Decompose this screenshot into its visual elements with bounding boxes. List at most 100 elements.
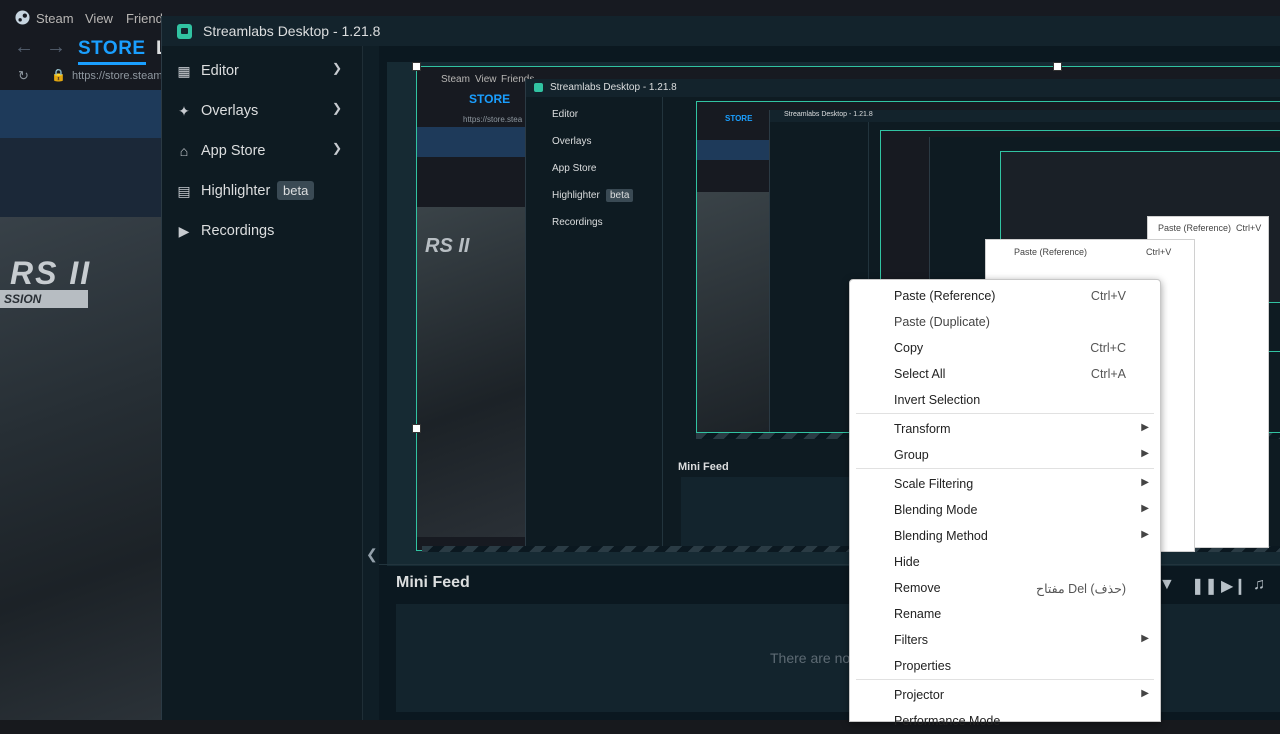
ghost-paste: Paste (Reference) [1158,223,1232,233]
sidebar-item-recordings[interactable]: ▶ Recordings [162,213,362,249]
ghost-paste-2: Paste (Reference) [1014,247,1088,257]
submenu-arrow-icon: ▶ [1141,503,1149,514]
nested-store-2: STORE [725,114,753,123]
pause-icon[interactable]: ❚❚ [1191,576,1218,596]
menu-blending-method[interactable]: Blending Method ▶ [850,523,1160,549]
overlays-icon: ✦ [178,103,190,119]
nested-band-2 [697,140,777,160]
resize-handle-top[interactable] [1053,62,1062,71]
submenu-arrow-icon: ▶ [1141,422,1149,433]
menu-item-label: Blending Method [894,529,988,543]
steam-menu-steam[interactable]: Steam [36,11,74,26]
menu-copy[interactable]: Copy Ctrl+C [850,335,1160,361]
menu-projector[interactable]: Projector ▶ [850,682,1160,708]
refresh-icon[interactable]: ↻ [18,68,29,84]
menu-blending-mode[interactable]: Blending Mode ▶ [850,497,1160,523]
menu-group[interactable]: Group ▶ [850,442,1160,468]
ghost-shortcut: Ctrl+V [1236,223,1262,233]
menu-separator [856,468,1154,469]
nested-band [417,127,527,157]
nested-overlays: Overlays [552,136,592,147]
chevron-down-icon: ❯ [332,141,343,155]
back-arrow-icon[interactable]: ← [14,36,34,59]
chevron-down-icon: ❯ [332,61,343,75]
submenu-arrow-icon: ▶ [1141,633,1149,644]
menu-item-label: Remove [894,581,941,595]
menu-item-label: Invert Selection [894,393,981,407]
forward-arrow-icon[interactable]: → [46,36,66,59]
nested-store-tab: STORE [469,92,511,106]
resize-handle-tl[interactable] [412,62,421,71]
lock-icon: 🔒 [51,68,66,82]
menu-item-label: Scale Filtering [894,477,974,491]
nested-mini-feed: Mini Feed [678,461,729,473]
menu-separator [856,413,1154,414]
beta-badge: beta [277,181,315,200]
skip-icon[interactable]: ▶❙ [1221,576,1247,596]
menu-item-label: Select All [894,367,946,381]
menu-hide[interactable]: Hide [850,549,1160,575]
nested-steam-menu-view: View [475,74,497,85]
chevron-down-icon: ❯ [332,101,343,115]
sidebar-item-label: App Store [201,143,266,159]
nested-hero-2 [697,192,769,432]
editor-icon: ▦ [177,63,191,79]
window-title: Streamlabs Desktop - 1.21.8 [203,23,381,39]
filter-icon[interactable]: ▼ [1159,576,1175,594]
menu-remove[interactable]: Remove مفتاح Del (حذف) [850,575,1160,601]
nested-title-2: Streamlabs Desktop - 1.21.8 [784,111,873,118]
menu-item-label: Blending Mode [894,503,978,517]
sidebar-item-label: Highlighter [201,183,271,199]
steam-store-tab[interactable]: STORE [78,38,146,65]
mute-icon[interactable]: ♫ [1253,576,1265,594]
sidebar-collapse-bar[interactable]: ❮ [362,46,380,720]
menu-item-label: Transform [894,422,951,436]
nested-highlighter: Highlighter [552,190,600,201]
nested-hero-title: RS II [425,235,470,257]
menu-item-label: Properties [894,659,951,673]
menu-item-label: Filters [894,633,929,647]
menu-paste-duplicate[interactable]: Paste (Duplicate) [850,309,1160,335]
menu-item-label: Paste (Duplicate) [894,315,990,329]
context-menu: Paste (Reference) Ctrl+V Paste (Duplicat… [849,279,1161,728]
sidebar-item-label: Editor [201,63,239,79]
sidebar-item-app-store[interactable]: ⌂ App Store ❯ [162,133,362,169]
menu-select-all[interactable]: Select All Ctrl+A [850,361,1160,387]
menu-scale-filtering[interactable]: Scale Filtering ▶ [850,471,1160,497]
steam-url[interactable]: https://store.steam [72,70,162,82]
menu-item-label: Projector [894,688,945,702]
menu-item-label: Performance Mode [894,714,1001,728]
menu-transform[interactable]: Transform ▶ [850,416,1160,442]
nested-titlebar: Streamlabs Desktop - 1.21.8 [526,79,1280,97]
sidebar-item-label: Overlays [201,103,259,119]
submenu-arrow-icon: ▶ [1141,688,1149,699]
nested-title: Streamlabs Desktop - 1.21.8 [550,82,677,93]
submenu-arrow-icon: ▶ [1141,529,1149,540]
menu-properties[interactable]: Properties [850,653,1160,679]
sidebar-item-label: Recordings [201,223,275,239]
menu-shortcut: Ctrl+C [1090,341,1126,355]
highlighter-icon: ▤ [177,183,191,199]
menu-invert-selection[interactable]: Invert Selection [850,387,1160,413]
menu-performance-mode[interactable]: Performance Mode [850,708,1160,734]
nested-logo-icon [534,83,543,92]
submenu-arrow-icon: ▶ [1141,477,1149,488]
nested-beta: beta [606,189,634,202]
sidebar-item-highlighter[interactable]: ▤ Highlighter beta [162,173,362,209]
menu-shortcut: مفتاح Del (حذف) [1036,582,1126,596]
chevron-left-icon[interactable]: ❮ [366,546,378,563]
sidebar-item-editor[interactable]: ▦ Editor ❯ [162,53,362,89]
menu-item-label: Group [894,448,929,462]
sidebar-item-overlays[interactable]: ✦ Overlays ❯ [162,93,362,129]
menu-filters[interactable]: Filters ▶ [850,627,1160,653]
nested-editor: Editor [552,109,579,120]
steam-menu-view[interactable]: View [85,11,113,26]
resize-handle-left[interactable] [412,424,421,433]
menu-item-label: Hide [894,555,920,569]
nested-titlebar-2: Streamlabs Desktop - 1.21.8 [770,110,1280,122]
ghost-shortcut-2: Ctrl+V [1146,247,1172,257]
menu-rename[interactable]: Rename [850,601,1160,627]
streamlabs-logo-icon [177,24,192,39]
nested-divider [662,97,663,550]
menu-paste-reference[interactable]: Paste (Reference) Ctrl+V [850,283,1160,309]
